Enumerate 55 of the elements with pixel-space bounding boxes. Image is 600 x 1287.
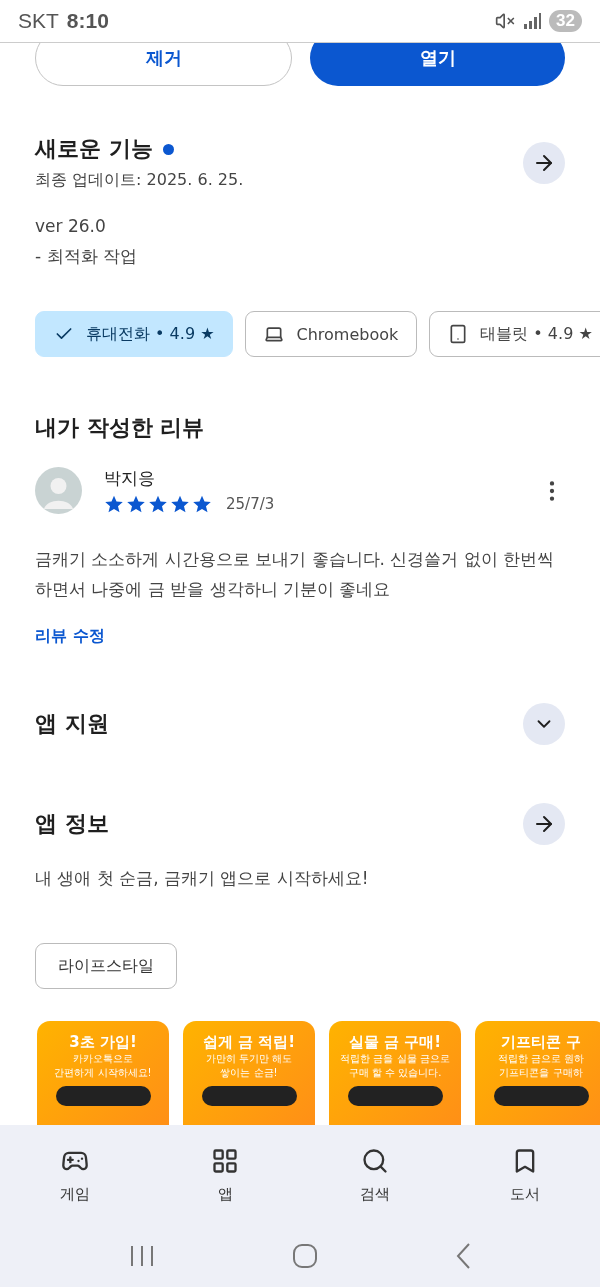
section-title: 내가 작성한 리뷰 (35, 414, 206, 442)
tablet-icon (448, 324, 469, 344)
nav-tab[interactable]: 앱 (180, 1145, 270, 1205)
card-caption: 적립한 금을 실물 금으로 (340, 1052, 450, 1066)
nav-tab[interactable]: 게임 (30, 1145, 120, 1205)
status-time: 8:10 (66, 9, 109, 33)
review-date: 25/7/3 (226, 495, 275, 513)
version-text: ver 26.0 (35, 215, 107, 238)
home-icon[interactable] (292, 1243, 318, 1269)
app-description: 내 생애 첫 순금, 금캐기 앱으로 시작하세요! (35, 867, 370, 890)
edit-review-link[interactable]: 리뷰 수정 (35, 626, 105, 647)
device-chip[interactable]: 휴대전화 • 4.9 ★ (35, 311, 234, 357)
card-caption: 기프티콘을 구매하 (499, 1066, 583, 1080)
open-button[interactable]: 열기 (310, 43, 565, 86)
section-title: 새로운 기능 (35, 135, 153, 163)
carrier-name: SKT (18, 9, 59, 33)
search-icon (361, 1146, 389, 1175)
category-chip[interactable]: 라이프스타일 (35, 943, 177, 989)
device-chip[interactable]: 태블릿 • 4.9 ★ (429, 311, 600, 357)
back-icon[interactable] (455, 1243, 472, 1269)
nav-tab[interactable]: 도서 (480, 1145, 570, 1205)
star-icon (104, 494, 124, 514)
card-headline: 기프티콘 구 (500, 1033, 582, 1052)
card-headline: 3초 가입! (69, 1033, 137, 1052)
star-icon (192, 494, 212, 514)
device-chip[interactable]: Chromebook (245, 311, 418, 357)
card-caption: 간편하게 시작하세요! (54, 1066, 152, 1080)
card-headline: 실물 금 구매! (348, 1033, 442, 1052)
card-caption: 가만히 두기만 해도 (205, 1052, 293, 1066)
card-caption: 적립한 금으로 원하 (497, 1052, 585, 1066)
section-title: 앱 정보 (35, 810, 109, 838)
laptop-icon (264, 324, 285, 344)
arrow-button[interactable] (523, 141, 565, 184)
update-date: 최종 업데이트: 2025. 6. 25. (35, 170, 244, 191)
card-caption: 쌓이는 순금! (220, 1066, 278, 1080)
star-icon (126, 494, 146, 514)
expand-button[interactable] (523, 703, 565, 745)
grid-icon (211, 1146, 239, 1175)
star-icon (170, 494, 190, 514)
battery-indicator: 32 (549, 10, 582, 32)
release-note: - 최적화 작업 (35, 245, 138, 268)
section-title: 앱 지원 (35, 710, 109, 738)
card-caption: 카카오톡으로 (73, 1052, 133, 1066)
card-headline: 쉽게 금 적립! (202, 1033, 296, 1052)
recents-icon[interactable] (128, 1245, 155, 1267)
review-text: 금캐기 소소하게 시간용으로 보내기 좋습니다. 신경쓸거 없이 한번씩 하면서 나중에 금 받을 생각하니 기분이 좋네요 (35, 548, 556, 601)
uninstall-button[interactable]: 제거 (35, 43, 292, 86)
arrow-button[interactable] (523, 803, 565, 845)
signal-icon (523, 12, 542, 30)
reviewer-name: 박지응 (104, 467, 156, 490)
card-caption: 구매 할 수 있습니다. (348, 1066, 442, 1080)
nav-tab[interactable]: 검색 (330, 1145, 420, 1205)
avatar (35, 467, 82, 514)
star-icon (148, 494, 168, 514)
mute-icon (495, 11, 516, 31)
